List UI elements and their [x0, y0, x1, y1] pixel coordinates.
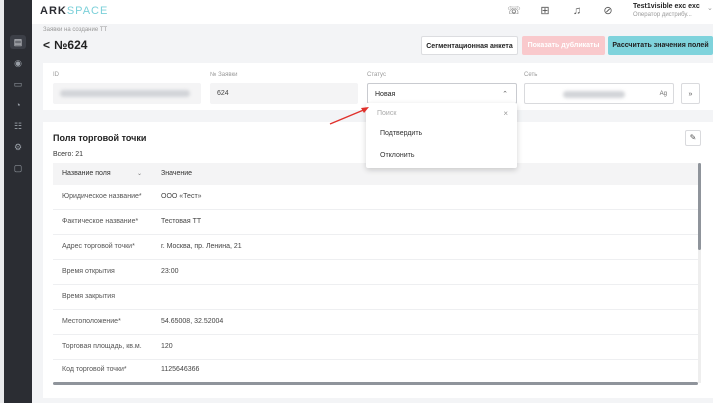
logo[interactable]: ARKSPACE — [40, 5, 108, 17]
id-value-redacted — [60, 90, 190, 97]
option-reject[interactable]: Отклонить — [380, 152, 414, 159]
bell-icon[interactable]: ♫ — [570, 4, 584, 18]
annotation-arrow-icon — [329, 107, 369, 125]
id-label: ID — [53, 72, 59, 78]
status-dropdown-menu: Поиск × Подтвердить Отклонить — [366, 103, 517, 168]
database-icon[interactable]: ◉ — [10, 56, 26, 70]
top-bar: ARKSPACE ☏ ⊞ ♫ ⊘ Test1visible exc exc Оп… — [32, 0, 713, 24]
column-header-value: Значение — [161, 170, 193, 177]
table-row[interactable]: Время открытия 23:00 — [53, 260, 698, 285]
support-icon[interactable]: ☏ — [507, 4, 521, 18]
chevron-down-icon[interactable]: ⌄ — [137, 163, 142, 185]
settings-icon[interactable]: ⚙ — [10, 140, 26, 154]
dropdown-search-input[interactable]: Поиск — [377, 110, 396, 117]
table-row[interactable]: Код торговой точки* 1125646366 — [53, 358, 698, 383]
expand-filters-button[interactable]: » — [681, 83, 700, 104]
calculate-fields-button[interactable]: Рассчитать значения полей — [608, 36, 713, 55]
table-row[interactable]: Юридическое название* ООО «Тест» — [53, 185, 698, 210]
scrollbar-thumb[interactable] — [698, 163, 701, 250]
table-row[interactable]: Торговая площадь, кв.м. 120 — [53, 335, 698, 360]
column-header-name[interactable]: Название поля — [62, 163, 111, 185]
chevron-down-icon[interactable]: ⌄ — [707, 4, 713, 12]
apps-grid-icon[interactable]: ⊞ — [538, 4, 552, 18]
section-title: Поля торговой точки — [53, 133, 147, 143]
option-confirm[interactable]: Подтвердить — [380, 130, 422, 137]
chevron-up-icon: ⌃ — [502, 91, 508, 98]
close-icon[interactable]: × — [503, 109, 508, 118]
sidebar: ▤ ◉ ▭ ◔ ☷ ⚙ ▢ — [4, 0, 32, 403]
status-label: Статус — [367, 72, 386, 78]
sort-icon: Ag — [659, 91, 667, 97]
compass-icon[interactable]: ⊘ — [601, 4, 615, 18]
breadcrumb[interactable]: Заявки на создание ТТ — [43, 27, 107, 33]
order-number-label: № Заявки — [210, 72, 238, 78]
order-number-field: 624 — [210, 83, 358, 104]
dashboard-icon[interactable]: ▤ — [10, 35, 26, 49]
table-row[interactable]: Время закрытия — [53, 285, 698, 310]
user-role: Оператор дистрибу... — [633, 12, 692, 18]
network-value-redacted — [563, 91, 625, 98]
vertical-scrollbar[interactable] — [698, 163, 701, 383]
show-duplicates-button[interactable]: Показать дубликаты — [522, 36, 605, 55]
horizontal-scrollbar[interactable] — [53, 382, 698, 385]
back-arrow-icon[interactable]: < — [43, 38, 50, 52]
edit-icon[interactable]: ✎ — [685, 130, 701, 146]
user-name[interactable]: Test1visible exc exc — [633, 3, 700, 10]
clock-icon[interactable]: ◔ — [10, 98, 26, 112]
network-select[interactable]: Ag — [524, 83, 674, 104]
status-select[interactable]: Новая ⌃ — [367, 83, 517, 104]
documents-icon[interactable]: ▢ — [10, 161, 26, 175]
page-title: < №624 — [43, 38, 88, 52]
network-label: Сеть — [524, 72, 538, 78]
table-row[interactable]: Местоположение* 54.65008, 32.52004 — [53, 310, 698, 335]
id-field — [53, 83, 201, 104]
users-icon[interactable]: ☷ — [10, 119, 26, 133]
table-row[interactable]: Адрес торговой точки* г. Москва, пр. Лен… — [53, 235, 698, 260]
status-value: Новая — [375, 91, 396, 98]
table-row[interactable]: Фактическое название* Тестовая ТТ — [53, 210, 698, 235]
orders-icon[interactable]: ▭ — [10, 77, 26, 91]
total-count: Всего: 21 — [53, 151, 84, 158]
segment-survey-button[interactable]: Сегментационная анкета — [421, 36, 518, 55]
